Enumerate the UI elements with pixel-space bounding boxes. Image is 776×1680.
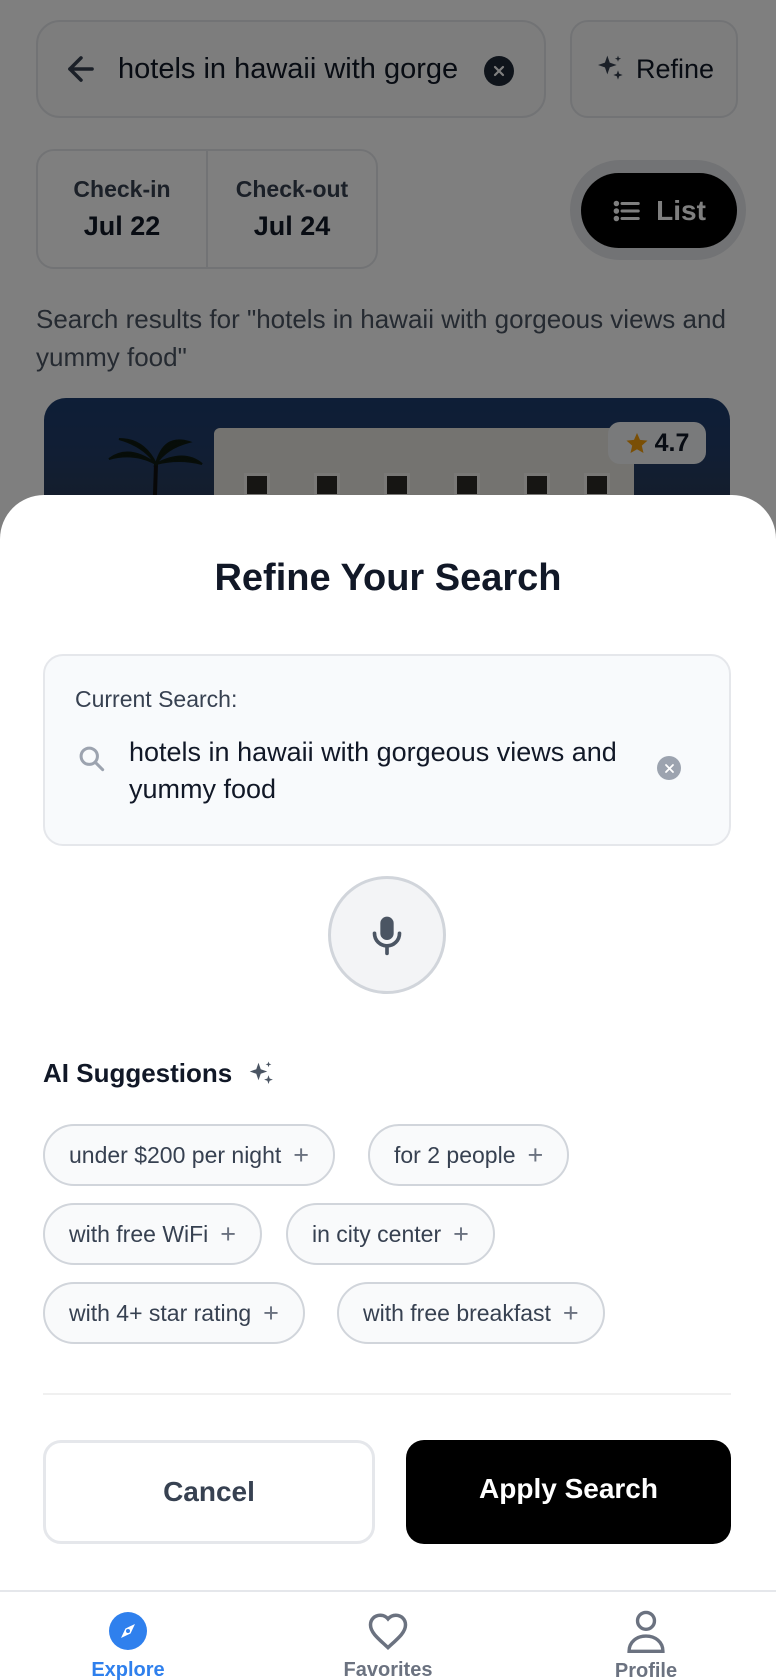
nav-item-favorites[interactable]: Favorites [298,1592,478,1680]
plus-icon: + [220,1218,237,1249]
bottom-navigation: Explore Favorites Profile [0,1590,776,1680]
plus-icon: + [263,1297,279,1328]
suggestion-chip[interactable]: for 2 people + [368,1124,570,1186]
nav-label: Profile [614,1660,678,1680]
current-search-box: Current Search: hotels in hawaii with go… [43,654,731,846]
plus-icon: + [527,1139,544,1170]
suggestion-chip[interactable]: under $200 per night + [43,1124,336,1186]
ai-suggestions-title: AI Suggestions [43,1058,233,1088]
user-icon [625,1610,667,1653]
suggestion-chip[interactable]: with free breakfast + [337,1282,605,1344]
nav-label: Explore [91,1659,165,1680]
suggestion-chip[interactable]: with free WiFi + [43,1203,263,1265]
suggestion-label: with free WiFi [69,1220,209,1247]
nav-label: Favorites [343,1659,433,1680]
suggestion-label: for 2 people [394,1141,516,1168]
apply-search-button[interactable]: Apply Search [406,1440,731,1544]
suggestion-label: under $200 per night [69,1141,282,1168]
nav-item-profile[interactable]: Profile [556,1592,736,1680]
suggestion-chip[interactable]: with 4+ star rating + [43,1282,305,1344]
suggestion-label: in city center [312,1220,442,1247]
current-search-label: Current Search: [75,686,238,712]
nav-item-explore[interactable]: Explore [38,1592,218,1680]
suggestion-chip[interactable]: in city center + [286,1203,495,1265]
clear-query-icon[interactable] [657,756,681,780]
plus-icon: + [562,1297,579,1328]
current-search-query[interactable]: hotels in hawaii with gorgeous views and… [129,734,629,808]
compass-icon [107,1610,149,1651]
voice-input-button[interactable] [328,876,446,994]
sparkle-icon [250,1061,274,1084]
cancel-button[interactable]: Cancel [43,1440,375,1544]
plus-icon: + [293,1139,310,1170]
ai-suggestions-heading: AI Suggestions [43,1058,276,1089]
microphone-icon [372,916,402,956]
divider [43,1393,731,1395]
suggestion-label: with free breakfast [363,1299,551,1326]
heart-icon [367,1610,409,1651]
sheet-title: Refine Your Search [214,557,562,599]
plus-icon: + [453,1218,469,1249]
refine-sheet: Refine Your Search Current Search: hotel… [0,495,776,1680]
search-icon [79,746,105,772]
suggestion-label: with 4+ star rating [69,1299,252,1326]
